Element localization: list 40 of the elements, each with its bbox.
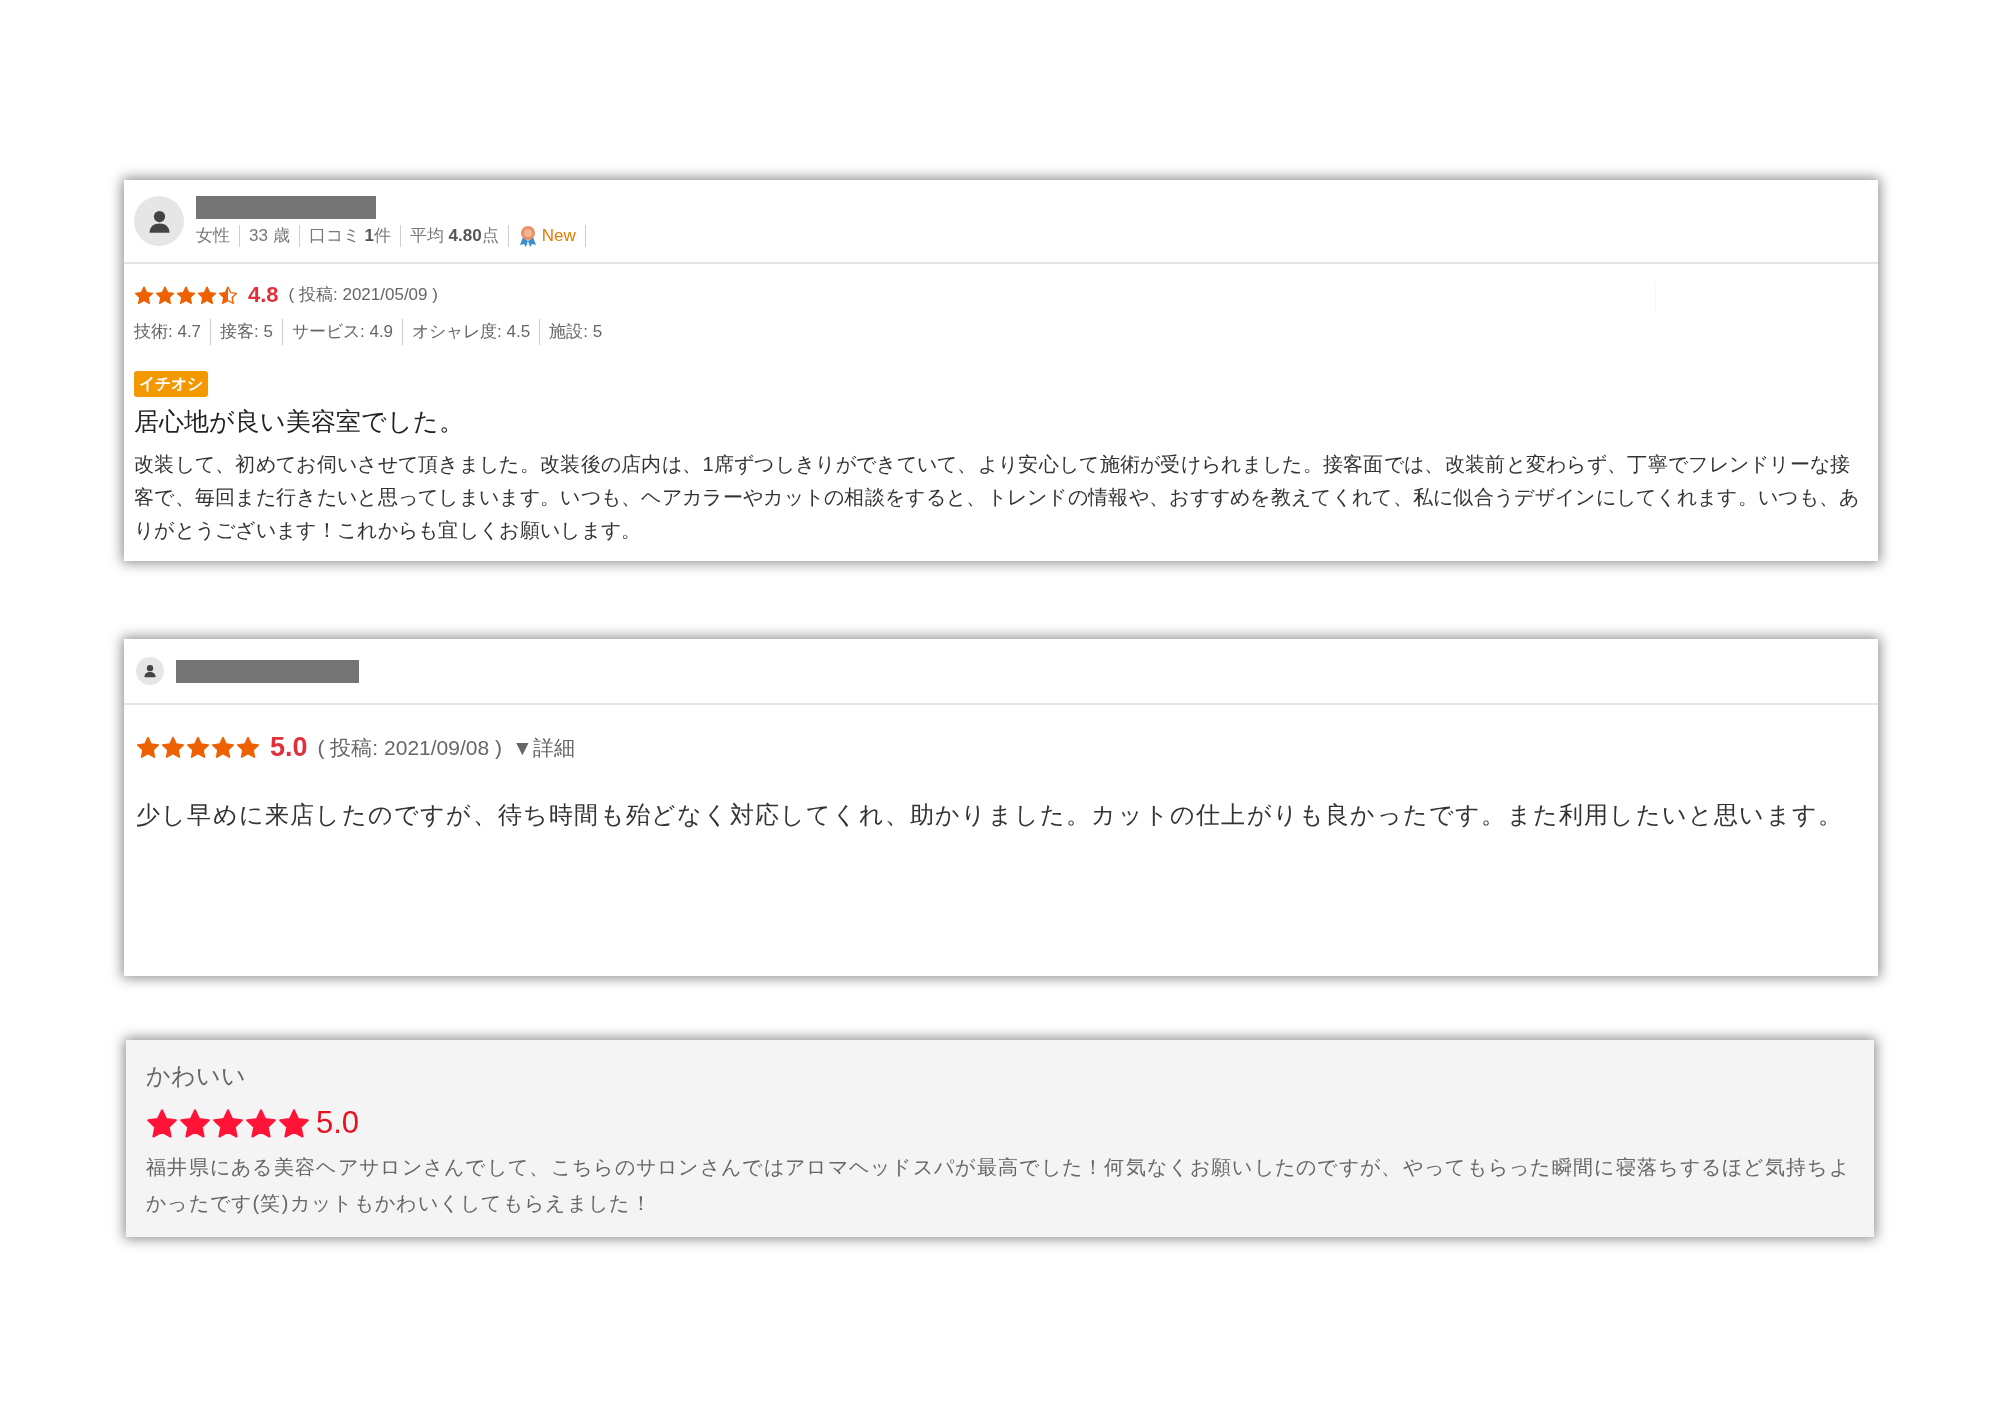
new-label: New [541,224,576,247]
star-icon [186,735,210,760]
avatar-icon [134,196,184,246]
sub-score: 技術: 4.7 [134,319,212,345]
ribbon-icon [517,224,538,247]
sub-score: オシャレ度: 4.5 [403,319,541,345]
review-text: 改装して、初めてお伺いさせて頂きました。改装後の店内は、1席ずつしきりができていて、より安心して施術が受けられました。接客面では、改装前と変わらず、丁寧でフレンドリーな接客で、毎回また行きたいと思ってしまいます。いつも、ヘアカラーやカットの相談をすると、トレンドの情報や、おすすめを教えてくれて、私に似合うデザインにしてくれます。いつも、ありがとうございます！これからも宜しくお願いします。 [134,452,1861,543]
post-date: ( 投稿: 2021/09/08 ) [317,734,502,761]
star-icon [236,735,260,760]
post-date: ( 投稿: 2021/05/09 ) [288,283,438,306]
star-icon [197,284,217,305]
rating-score: 5.0 [270,731,308,764]
star-icon [176,284,196,305]
star-icon [245,1107,277,1140]
review-text: 福井県にある美容ヘアサロンさんでして、こちらのサロンさんではアロマヘッドスパが最高でした！何気なくお願いしたのですが、やってもらった瞬間に寝落ちするほど気持ちよかったです(笑)カットもかわいくしてもらえました！ [146,1154,1851,1216]
reviewer-info: 女性 [196,224,240,247]
star-icon [155,284,175,305]
review-title: 居心地が良い美容室でした。 [134,405,465,437]
star-icon [134,284,154,305]
star-icon [211,735,235,760]
star-icon [218,284,238,305]
rating-score: 4.8 [248,281,279,309]
star-icon [212,1107,244,1140]
details-link[interactable]: ▼詳細 [512,731,575,763]
rating-score: 5.0 [316,1104,360,1142]
avatar-icon [136,657,164,685]
reviewer-info: 口コミ 1件 [299,224,401,247]
star-icon [136,735,160,760]
reviewer-info: 33 歳 [240,224,300,247]
recommend-tag: イチオシ [134,370,208,397]
review-text: 少し早めに来店したのですが、待ち時間も殆どなく対応してくれ、助かりました。カットの仕上がりも良かったです。また利用したいと思います。 [136,799,1845,830]
star-icon [179,1107,211,1140]
star-icon [278,1107,310,1140]
sub-score: サービス: 4.9 [283,319,404,345]
star-icon [146,1107,178,1140]
sub-score: 施設: 5 [548,321,604,343]
review-title: かわいい [146,1061,247,1091]
reviewer-info: 平均 4.80点 [400,224,509,247]
star-icon [161,735,185,760]
sub-score: 接客: 5 [211,319,283,345]
